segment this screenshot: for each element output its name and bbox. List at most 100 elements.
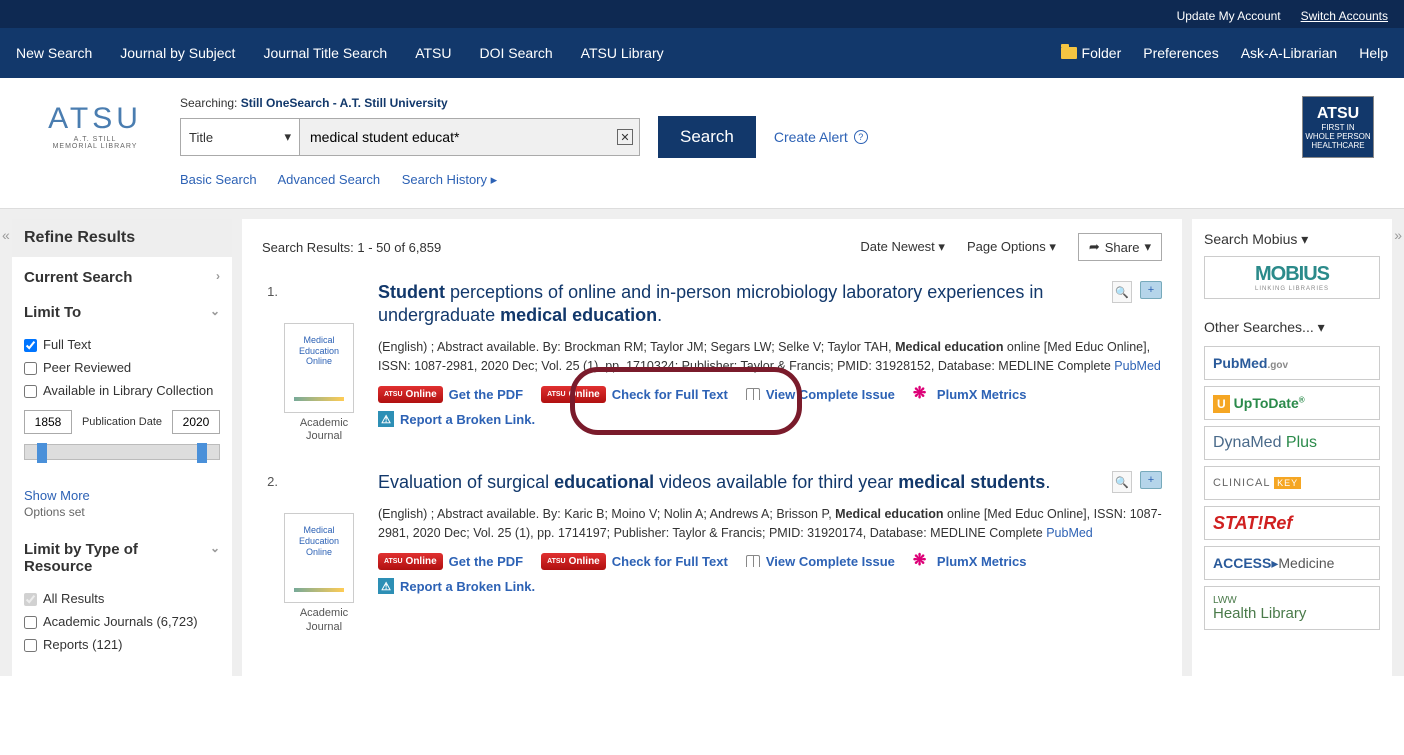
limit-to-header[interactable]: Limit To⌄ [12,292,232,327]
refine-header: Refine Results [12,219,232,257]
result-item: 🔍 + 1. Medical Education Online Academic… [262,281,1162,443]
source-type-label: Academic Journal [284,607,364,633]
get-pdf-link[interactable]: ATSU OnlineGet the PDF [378,386,523,403]
plumx-metrics-link[interactable]: PlumX Metrics [913,385,1027,403]
nav-preferences[interactable]: Preferences [1143,45,1218,61]
content-area: « Refine Results Current Search› Limit T… [0,208,1404,676]
right-panel: » Search Mobius ▾ MOBIUS LINKING LIBRARI… [1192,219,1392,676]
type-reports[interactable]: Reports (121) [24,633,220,656]
slider-handle-right[interactable] [197,443,207,463]
preview-icon[interactable]: 🔍 [1112,281,1132,303]
uptodate-db-link[interactable]: UUpToDate® [1204,386,1380,420]
result-thumbnail[interactable]: Medical Education Online [284,513,354,603]
check-full-text-link[interactable]: ATSU OnlineCheck for Full Text [541,553,728,570]
chevron-down-icon: ⌄ [210,541,220,575]
pubmed-db-link[interactable]: PubMed.gov [1204,346,1380,380]
dynamed-db-link[interactable]: DynaMed Plus [1204,426,1380,460]
accessmedicine-db-link[interactable]: ACCESS▸Medicine [1204,546,1380,580]
book-icon [746,555,760,567]
result-meta: (English) ; Abstract available. By: Broc… [378,338,1162,376]
view-complete-issue-link[interactable]: View Complete Issue [746,554,895,569]
source-type-label: Academic Journal [284,417,364,443]
nav-new-search[interactable]: New Search [16,45,92,61]
result-number: 2. [262,471,278,633]
check-full-text-link[interactable]: ATSU OnlineCheck for Full Text [541,386,728,403]
pubmed-link[interactable]: PubMed [1046,526,1093,540]
collapse-left-icon[interactable]: « [2,227,10,243]
report-broken-link[interactable]: ⚠Report a Broken Link. [378,411,535,427]
plumx-icon [913,552,931,570]
nav-atsu-library[interactable]: ATSU Library [581,45,664,61]
basic-search-link[interactable]: Basic Search [180,172,257,187]
refine-panel: « Refine Results Current Search› Limit T… [12,219,232,676]
nav-doi-search[interactable]: DOI Search [480,45,553,61]
add-to-folder-icon[interactable]: + [1140,471,1162,489]
nav-journal-subject[interactable]: Journal by Subject [120,45,235,61]
result-title-link[interactable]: Student perceptions of online and in-per… [378,281,1162,328]
current-search-header[interactable]: Current Search› [12,257,232,292]
options-set-label: Options set [24,505,220,519]
results-panel: Search Results: 1 - 50 of 6,859 Date New… [242,219,1182,676]
atsu-logo[interactable]: ATSU A.T. STILL MEMORIAL LIBRARY [30,96,160,150]
slider-handle-left[interactable] [37,443,47,463]
plumx-metrics-link[interactable]: PlumX Metrics [913,552,1027,570]
limiter-peer-reviewed[interactable]: Peer Reviewed [24,356,220,379]
advanced-search-link[interactable]: Advanced Search [278,172,381,187]
limiter-library-collection[interactable]: Available in Library Collection [24,379,220,402]
search-field-select[interactable]: Title ▾ [180,118,300,156]
lww-health-library-link[interactable]: LWW Health Library [1204,586,1380,630]
chevron-down-icon: ▾ [284,129,291,145]
preview-icon[interactable]: 🔍 [1112,471,1132,493]
view-complete-issue-link[interactable]: View Complete Issue [746,387,895,402]
search-input[interactable] [310,119,609,155]
limit-type-header[interactable]: Limit by Type of Resource⌄ [12,529,232,581]
pub-date-from[interactable] [24,410,72,434]
account-strip: Update My Account Switch Accounts [0,0,1404,28]
get-pdf-link[interactable]: ATSU OnlineGet the PDF [378,553,523,570]
folder-icon [1061,47,1077,59]
add-to-folder-icon[interactable]: + [1140,281,1162,299]
share-button[interactable]: ➦Share ▾ [1078,233,1162,261]
atsu-badge[interactable]: ATSU FIRST INWHOLE PERSONHEALTHCARE [1302,96,1374,158]
nav-journal-title[interactable]: Journal Title Search [263,45,387,61]
limiter-full-text[interactable]: Full Text [24,333,220,356]
create-alert-link[interactable]: Create Alert ? [774,129,868,145]
results-count: Search Results: 1 - 50 of 6,859 [262,240,860,255]
pub-date-to[interactable] [172,410,220,434]
nav-help[interactable]: Help [1359,45,1388,61]
report-broken-link[interactable]: ⚠Report a Broken Link. [378,578,535,594]
broken-link-icon: ⚠ [378,411,394,427]
statref-db-link[interactable]: STAT!Ref [1204,506,1380,540]
type-academic-journals[interactable]: Academic Journals (6,723) [24,610,220,633]
searching-label: Searching: Still OneSearch - A.T. Still … [180,96,1282,110]
result-title-link[interactable]: Evaluation of surgical educational video… [378,471,1162,494]
show-more-link[interactable]: Show More [24,488,220,503]
main-nav: New Search Journal by Subject Journal Ti… [0,28,1404,78]
result-thumbnail[interactable]: Medical Education Online [284,323,354,413]
sort-dropdown[interactable]: Date Newest ▾ [860,239,945,255]
mobius-link[interactable]: MOBIUS LINKING LIBRARIES [1204,256,1380,299]
result-number: 1. [262,281,278,443]
nav-ask-librarian[interactable]: Ask-A-Librarian [1241,45,1337,61]
search-button[interactable]: Search [658,116,756,158]
pubmed-link[interactable]: PubMed [1114,359,1161,373]
search-zone: ATSU A.T. STILL MEMORIAL LIBRARY Searchi… [0,78,1404,208]
nav-atsu[interactable]: ATSU [415,45,451,61]
type-all-results[interactable]: All Results [24,587,220,610]
update-account-link[interactable]: Update My Account [1177,9,1281,23]
clear-search-icon[interactable]: ✕ [617,129,633,145]
pub-date-slider[interactable] [24,444,220,460]
other-searches-header[interactable]: Other Searches... ▾ [1204,319,1380,336]
switch-accounts-link[interactable]: Switch Accounts [1301,9,1388,23]
search-mobius-header[interactable]: Search Mobius ▾ [1204,231,1380,248]
page-options-dropdown[interactable]: Page Options ▾ [967,239,1056,255]
search-history-link[interactable]: Search History ▸ [402,172,497,187]
book-icon [746,388,760,400]
help-icon[interactable]: ? [854,130,868,144]
chevron-right-icon: › [216,269,220,286]
results-bar: Search Results: 1 - 50 of 6,859 Date New… [262,233,1162,261]
clinicalkey-db-link[interactable]: CLINICAL KEY [1204,466,1380,500]
chevron-down-icon: ⌄ [210,304,220,321]
nav-folder[interactable]: Folder [1061,45,1122,61]
collapse-right-icon[interactable]: » [1394,227,1402,243]
